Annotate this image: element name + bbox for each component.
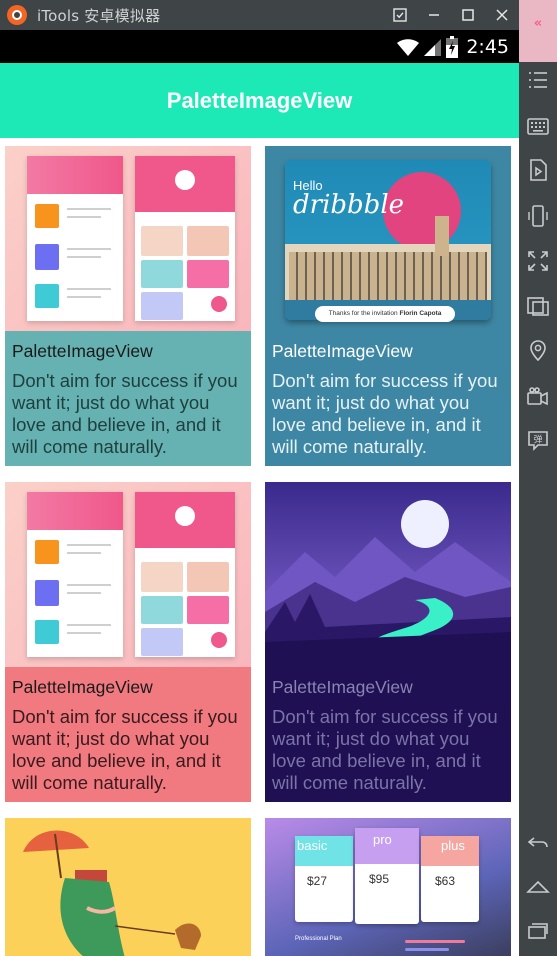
itools-logo-icon [7, 5, 27, 25]
maximize-button[interactable] [451, 0, 485, 30]
card-text: Don't aim for success if you want it; ju… [12, 370, 238, 457]
svg-text:弹: 弹 [533, 434, 542, 446]
close-button[interactable] [485, 0, 519, 30]
list-menu-icon [529, 72, 547, 88]
card-body: PaletteImageView Don't aim for success i… [265, 331, 511, 458]
screenshot-icon [527, 297, 549, 316]
app-toolbar: PaletteImageView [0, 63, 519, 138]
danmaku-bubble-icon: 弹 [528, 431, 548, 451]
keyboard-icon [527, 118, 549, 135]
card-grid[interactable]: PaletteImageView Don't aim for success i… [0, 138, 519, 956]
toolbar-menu-button[interactable] [526, 68, 550, 92]
dribbble-logo-text: dribbble [293, 190, 405, 220]
home-icon [526, 880, 550, 893]
card-title: PaletteImageView [272, 677, 413, 697]
card-body: PaletteImageView Don't aim for success i… [5, 331, 251, 458]
android-status-bar: 2:45 [0, 30, 519, 63]
toolbar-location-button[interactable] [526, 339, 550, 363]
card-body: PaletteImageView Don't aim for success i… [5, 667, 251, 794]
emulator-title-bar: iTools 安卓模拟器 [0, 0, 519, 30]
toolbar-collapse-area[interactable]: « [519, 0, 557, 62]
back-arrow-icon [527, 837, 548, 848]
card-image-night-mountain-river [265, 482, 511, 667]
window-title: iTools 安卓模拟器 [37, 6, 161, 25]
video-camera-icon [527, 387, 548, 406]
plan-name-basic: basic [297, 838, 328, 853]
card-image-material-app-mockup [5, 482, 251, 667]
emulator-side-toolbar: « 弹 [519, 0, 557, 956]
plan-price-plus: $63 [435, 874, 456, 888]
minimize-button[interactable] [417, 0, 451, 30]
card-text: Don't aim for success if you want it; ju… [272, 706, 498, 793]
toolbar-fullscreen-button[interactable] [526, 249, 550, 273]
umbrella-girl-illustration [5, 818, 251, 956]
plan-name-plus: plus [441, 838, 465, 853]
play-file-icon [530, 159, 547, 181]
window-menu-button[interactable] [383, 0, 417, 30]
status-icons [396, 35, 459, 58]
card-image-material-app-mockup [5, 146, 251, 331]
invitation-label: Thanks for the invitation Florin Capota [315, 306, 455, 322]
card-body: PaletteImageView Don't aim for success i… [265, 667, 511, 794]
toolbar-screenshot-button[interactable] [526, 294, 550, 318]
toolbar-apk-button[interactable] [526, 158, 550, 182]
night-landscape-illustration [265, 482, 511, 667]
checkbox-menu-icon [393, 8, 407, 22]
minimize-icon [429, 14, 439, 16]
plan-caption: Professional Plan [295, 936, 342, 942]
cellular-signal-icon [424, 38, 442, 56]
palette-card[interactable] [5, 818, 251, 956]
android-home-button[interactable] [526, 874, 550, 898]
palette-card[interactable]: PaletteImageView Don't aim for success i… [265, 482, 511, 802]
wifi-icon [397, 38, 420, 56]
card-image-dribbble-invitation: Hello dribbble Thanks for the invitation… [265, 146, 511, 331]
card-image-pricing-cards: basic $27 pro $95 plus $63 Professional … [265, 818, 511, 956]
card-image-umbrella-girl-illustration [5, 818, 251, 956]
recents-icon [528, 923, 548, 939]
plan-price-pro: $95 [369, 872, 390, 886]
card-title: PaletteImageView [12, 341, 153, 361]
card-title: PaletteImageView [12, 677, 153, 697]
location-pin-icon [530, 340, 546, 362]
android-recents-button[interactable] [526, 918, 550, 942]
close-icon [496, 9, 508, 21]
palette-card[interactable]: PaletteImageView Don't aim for success i… [5, 482, 251, 802]
palette-card[interactable]: basic $27 pro $95 plus $63 Professional … [265, 818, 511, 956]
android-back-button[interactable] [526, 830, 550, 854]
app-title: PaletteImageView [166, 87, 353, 113]
double-chevron-left-icon[interactable]: « [534, 16, 542, 31]
palette-card[interactable]: Hello dribbble Thanks for the invitation… [265, 146, 511, 466]
toolbar-camera-button[interactable] [526, 385, 550, 409]
window-controls [383, 0, 519, 30]
card-text: Don't aim for success if you want it; ju… [272, 370, 498, 457]
battery-icon [446, 35, 459, 58]
fullscreen-icon [528, 251, 548, 271]
card-text: Don't aim for success if you want it; ju… [12, 706, 238, 793]
maximize-icon [462, 9, 474, 21]
toolbar-keyboard-button[interactable] [526, 114, 550, 138]
rotate-phone-icon [528, 205, 548, 227]
card-title: PaletteImageView [272, 341, 413, 361]
toolbar-rotate-button[interactable] [526, 204, 550, 228]
plan-price-basic: $27 [307, 874, 328, 888]
plan-name-pro: pro [373, 832, 392, 847]
toolbar-danmaku-button[interactable]: 弹 [526, 428, 550, 452]
palette-card[interactable]: PaletteImageView Don't aim for success i… [5, 146, 251, 466]
status-time: 2:45 [466, 35, 509, 58]
